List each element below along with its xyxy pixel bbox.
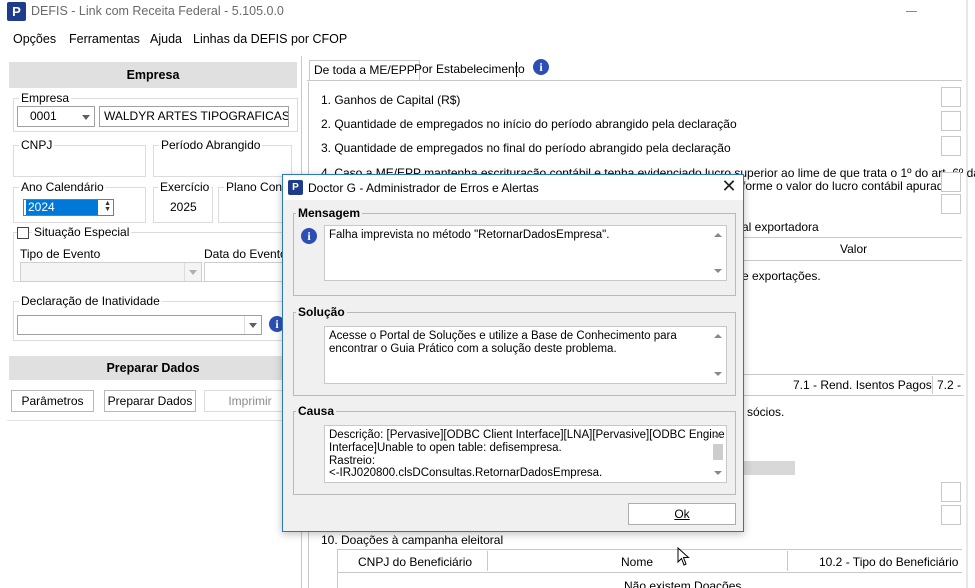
periodo-label: Período Abrangido — [159, 138, 263, 152]
dialog-title-bar: P Doctor G - Administrador de Erros e Al… — [283, 175, 743, 200]
col-tipo-beneficiario: 10.2 - Tipo do Beneficiário — [819, 555, 959, 569]
mensagem-label: Mensagem — [296, 206, 363, 220]
empresa-code-select[interactable]: 0001 — [17, 106, 95, 127]
value-field[interactable] — [941, 111, 961, 131]
exportadora-text: al exportadora — [742, 220, 819, 234]
divider — [7, 420, 300, 421]
col-separator — [787, 551, 788, 571]
declaracao-label: Declaração de Inatividade — [19, 294, 162, 308]
preparar-header: Preparar Dados — [9, 356, 297, 380]
scrollbar[interactable] — [711, 227, 725, 279]
tipo-evento-select[interactable] — [20, 262, 202, 282]
causa-line: Rastreio: — [329, 454, 376, 467]
title-bar: P DEFIS - Link com Receita Federal - 5.1… — [0, 0, 975, 26]
causa-text: Descrição: [Pervasive][ODBC Client Inter… — [324, 425, 727, 483]
value-field[interactable] — [941, 172, 961, 192]
valor-column-header: Valor — [840, 242, 868, 256]
table-left-border — [337, 573, 338, 588]
value-field[interactable] — [941, 194, 961, 214]
menu-bar: Opções Ferramentas Ajuda Linhas da DEFIS… — [0, 28, 975, 50]
chevron-down-icon — [244, 316, 260, 334]
row-empregados-inicio: 2. Quantidade de empregados no início do… — [321, 117, 737, 131]
ano-label: Ano Calendário — [19, 180, 106, 194]
cnpj-label: CNPJ — [19, 138, 55, 152]
tipo-evento-label: Tipo de Evento — [20, 247, 101, 261]
declaracao-select[interactable] — [17, 315, 262, 335]
info-icon: i — [301, 228, 317, 244]
empresa-name-field[interactable]: WALDYR ARTES TIPOGRAFICAS LTDA — [99, 106, 289, 127]
window-title: DEFIS - Link com Receita Federal - 5.105… — [31, 4, 284, 18]
highlight-bar — [742, 461, 795, 475]
menu-linhas-cfop[interactable]: Linhas da DEFIS por CFOP — [193, 32, 347, 46]
empty-table-text: Não existem Doações — [624, 580, 742, 588]
left-panel: Empresa Empresa 0001 WALDYR ARTES TIPOGR… — [7, 59, 300, 588]
tab-toda-me-epp[interactable]: De toda a ME/EPP — [309, 60, 420, 80]
menu-ferramentas[interactable]: Ferramentas — [69, 32, 140, 46]
app-logo-icon: P — [7, 2, 26, 21]
mensagem-text-value: Falha imprevista no método "RetornarDado… — [329, 229, 610, 241]
empty-table-message: Não existem Doações — [600, 580, 770, 588]
ano-value: 2024 — [26, 200, 98, 215]
tab-separator — [516, 62, 517, 77]
mouse-cursor-icon — [677, 547, 690, 566]
dialog-title: Doctor G - Administrador de Erros e Aler… — [308, 181, 539, 195]
solucao-text-value: Acesse o Portal de Soluções e utilize a … — [329, 330, 677, 355]
doacoes-heading: 10. Doações à campanha eleitoral — [321, 533, 504, 547]
causa-line: Interface]Unable to open table: defisemp… — [329, 441, 562, 454]
row-empregados-final: 3. Quantidade de empregados no final do … — [321, 141, 731, 155]
app-logo-icon: P — [288, 180, 303, 195]
exportacoes-text: e exportações. — [742, 269, 821, 283]
data-evento-field[interactable] — [204, 262, 292, 282]
data-evento-label: Data do Evento — [204, 247, 287, 261]
window-edge — [966, 0, 968, 588]
solucao-text: Acesse o Portal de Soluções e utilize a … — [324, 326, 727, 384]
minimize-button[interactable] — [898, 0, 928, 22]
tab-separator — [932, 376, 933, 394]
empresa-label: Empresa — [19, 91, 72, 105]
col-separator — [487, 551, 488, 571]
value-field[interactable] — [941, 87, 961, 107]
col-cnpj-beneficiario: CNPJ do Beneficiário — [358, 555, 473, 569]
scrollbar[interactable] — [711, 427, 725, 481]
menu-ajuda[interactable]: Ajuda — [150, 32, 182, 46]
causa-line: Descrição: [Pervasive][ODBC Client Inter… — [329, 429, 725, 441]
tab-rend-isentos[interactable]: 7.1 - Rend. Isentos Pagos — [793, 378, 932, 392]
exercicio-value: 2025 — [170, 200, 197, 214]
mensagem-text: Falha imprevista no método "RetornarDado… — [324, 225, 727, 281]
value-field[interactable] — [941, 482, 961, 502]
tab-por-estabelecimento[interactable]: Por Estabelecimento — [410, 60, 529, 80]
chevron-down-icon — [184, 263, 200, 281]
tab-72[interactable]: 7.2 - — [937, 378, 961, 392]
value-field[interactable] — [941, 136, 961, 156]
solucao-label: Solução — [296, 305, 347, 319]
socios-text: sócios. — [747, 405, 785, 419]
scrollbar[interactable] — [711, 328, 725, 382]
ano-spinner[interactable]: 2024 ▲ ▼ — [23, 199, 114, 216]
preparar-dados-button[interactable]: Preparar Dados — [104, 390, 196, 412]
causa-label: Causa — [296, 404, 337, 418]
value-field[interactable] — [941, 505, 961, 525]
menu-opcoes[interactable]: Opções — [13, 32, 56, 46]
empresa-header: Empresa — [9, 62, 297, 88]
spinner-arrows-icon[interactable]: ▲ ▼ — [104, 200, 111, 213]
col-nome: Nome — [621, 555, 654, 569]
error-dialog: P Doctor G - Administrador de Erros e Al… — [282, 174, 744, 532]
ok-button[interactable]: Ok — [628, 503, 736, 525]
tab-strip-line — [307, 80, 962, 81]
close-icon[interactable]: ✕ — [719, 177, 739, 197]
chevron-down-icon — [78, 108, 94, 126]
parametros-button[interactable]: Parâmetros — [11, 390, 94, 412]
situacao-checkbox[interactable] — [17, 227, 29, 239]
exercicio-label: Exercício — [158, 180, 212, 194]
row-lucro-contabil-cont: forme o valor do lucro contábil apurado — [742, 179, 951, 193]
row-ganhos-capital: 1. Ganhos de Capital (R$) — [321, 93, 461, 107]
situacao-label: Situação Especial — [32, 225, 132, 239]
causa-line: <-IRJ020800.clsDConsultas.RetornarDadosE… — [329, 467, 603, 480]
info-icon[interactable]: i — [533, 59, 549, 75]
empresa-code-value: 0001 — [30, 109, 57, 123]
